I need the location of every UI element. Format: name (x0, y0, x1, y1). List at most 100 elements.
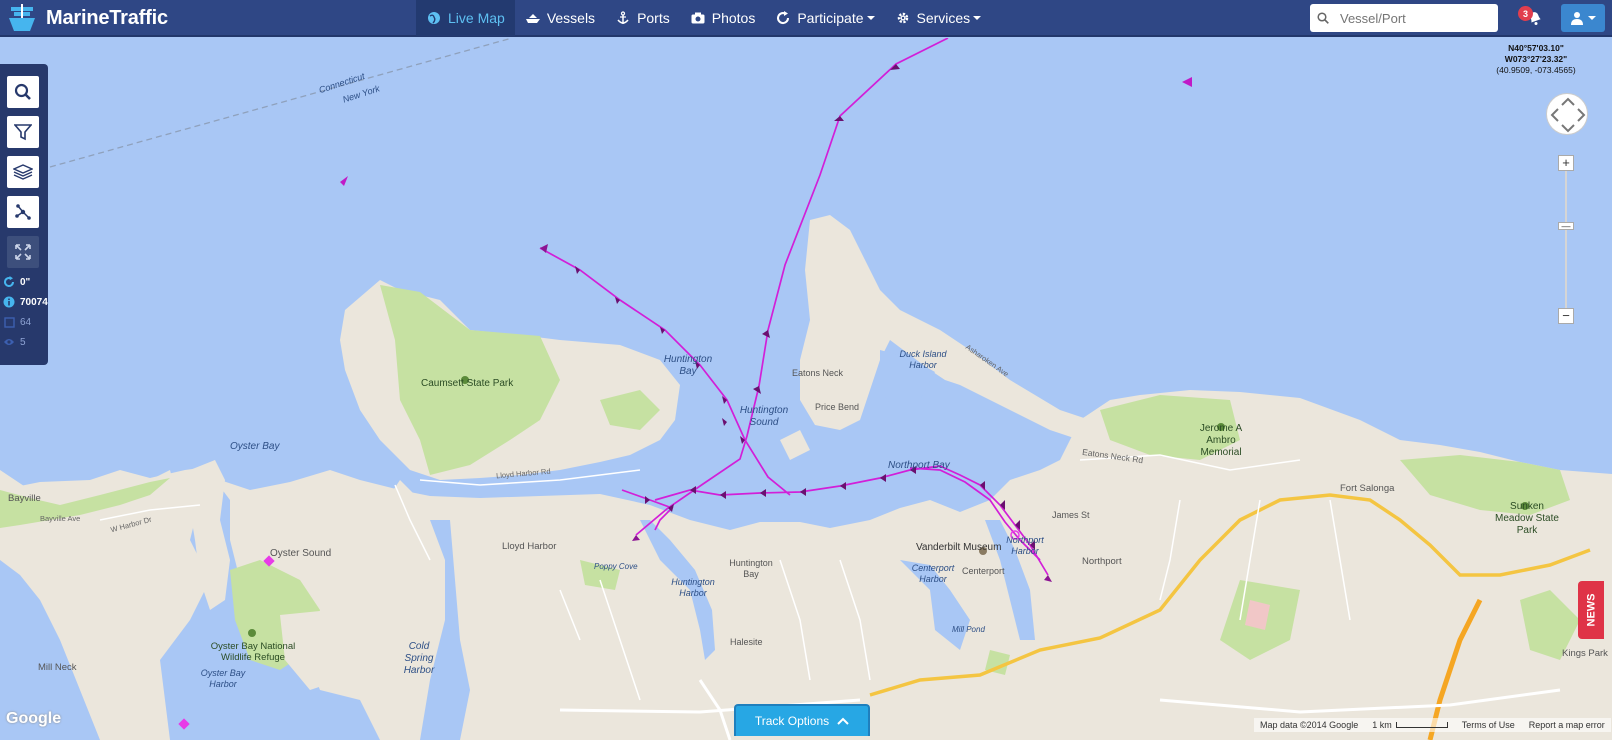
map-label-huntington-bay: Huntington Bay (663, 354, 713, 377)
map-label-huntington-sound: Huntington Sound (739, 405, 789, 428)
vessel-count-stat: 70074 (3, 296, 48, 308)
map-label-mill-neck: Mill Neck (38, 662, 77, 673)
pan-control[interactable] (1546, 93, 1588, 135)
google-logo: Google (6, 710, 62, 727)
map-label-northport-harbor: Northport Harbor (1006, 535, 1044, 556)
map-label-price-bend: Price Bend (815, 402, 860, 412)
network-icon (15, 204, 31, 220)
user-icon (1571, 12, 1583, 25)
nav-live-map-label: Live Map (448, 10, 505, 26)
search-input[interactable] (1336, 10, 1486, 26)
map-label-centerport-harbor: Centerport Harbor (911, 563, 955, 584)
nav-vessels[interactable]: Vessels (515, 0, 605, 36)
terms-link[interactable]: Terms of Use (1462, 720, 1515, 730)
fullscreen-icon (15, 244, 31, 260)
zoom-out-button[interactable]: − (1558, 308, 1574, 324)
vessel-port-search[interactable] (1310, 4, 1498, 32)
eye-icon (3, 336, 15, 348)
nav-photos-label: Photos (711, 10, 756, 26)
map-label-james-st: James St (1052, 510, 1090, 520)
map-canvas[interactable] (0, 38, 1612, 740)
nav-live-map[interactable]: Live Map (416, 0, 515, 36)
map-search-button[interactable] (7, 76, 39, 108)
ship-icon (525, 10, 541, 26)
zoom-slider-track[interactable] (1565, 163, 1567, 315)
watch-count-stat: 5 (3, 336, 26, 348)
zoom-slider-handle[interactable]: — (1558, 222, 1574, 231)
refresh-stat[interactable]: 0" (3, 276, 30, 288)
refresh-stat-value: 0" (20, 276, 31, 288)
brand-name: MarineTraffic (46, 7, 168, 29)
ship-logo-icon (9, 3, 35, 31)
nav-services[interactable]: Services (885, 0, 992, 36)
search-icon (14, 83, 31, 100)
layers-icon (13, 164, 33, 180)
nav-participate[interactable]: Participate (765, 0, 884, 36)
filter-icon (14, 124, 32, 141)
watch-count-value: 5 (20, 336, 26, 348)
map-label-eatons-neck: Eatons Neck (792, 368, 844, 378)
map-label-bayville-ave: Bayville Ave (40, 514, 81, 523)
map-label-bayville: Bayville (8, 493, 41, 504)
layers-button[interactable] (7, 156, 39, 188)
measure-button[interactable] (7, 196, 39, 228)
map-label-lloyd-harbor: Lloyd Harbor (502, 541, 557, 552)
square-icon (3, 316, 15, 328)
map-label-huntington-bay-town: Huntington Bay (729, 558, 773, 579)
nav-services-label: Services (916, 10, 971, 26)
report-error-link[interactable]: Report a map error (1529, 720, 1605, 730)
map-label-halesite: Halesite (730, 637, 763, 647)
map-label-fort-salonga: Fort Salonga (1340, 483, 1395, 494)
map-label-jerome-ambro: Jerome A Ambro Memorial (1199, 423, 1243, 458)
news-tab[interactable]: NEWS (1578, 581, 1604, 639)
chevron-down-icon (973, 16, 982, 20)
map-label-oyster-sound: Oyster Sound (270, 548, 332, 559)
map-label-oyster-bay: Oyster Bay (230, 441, 280, 452)
chevron-down-icon (866, 16, 875, 20)
gear-icon (895, 10, 911, 26)
track-options-button[interactable]: Track Options (734, 704, 870, 736)
live-map[interactable]: Connecticut New York Huntington Bay Hunt… (0, 38, 1612, 740)
map-label-vanderbilt: Vanderbilt Museum (916, 542, 1002, 553)
map-label-centerport: Centerport (962, 566, 1005, 576)
map-label-cold-spring-harbor: Cold Spring Harbor (403, 641, 435, 676)
map-label-northport: Northport (1082, 556, 1122, 567)
news-label: NEWS (1585, 593, 1597, 627)
filter-button[interactable] (7, 116, 39, 148)
coord-decimal: (40.9509, -073.4565) (1496, 65, 1576, 75)
map-data-credit: Map data ©2014 Google (1260, 720, 1359, 730)
nav-ports-label: Ports (637, 10, 670, 26)
coord-lat: N40°57'03.10" (1508, 43, 1564, 53)
map-label-oyster-bay-harbor: Oyster Bay Harbor (200, 668, 246, 689)
nav-participate-label: Participate (797, 10, 864, 26)
camera-icon (690, 10, 706, 26)
map-label-caumsett: Caumsett State Park (421, 378, 514, 389)
map-label-sunken-meadow: Sunken Meadow State Park (1495, 501, 1559, 536)
map-label-duck-island: Duck Island Harbor (899, 349, 947, 370)
area-count-stat: 64 (3, 316, 31, 328)
map-label-poppy-cove: Poppy Cove (594, 562, 638, 571)
anchor-icon (615, 10, 631, 26)
chevron-up-icon (837, 714, 849, 728)
map-label-oyster-bay-refuge: Oyster Bay National Wildlife Refuge (210, 641, 296, 663)
notification-badge: 3 (1518, 6, 1533, 21)
vessel-count-value: 70074 (20, 296, 48, 308)
refresh-icon (3, 276, 15, 288)
nav-photos[interactable]: Photos (680, 0, 766, 36)
track-options-label: Track Options (754, 714, 830, 728)
refresh-icon (775, 10, 791, 26)
main-nav: Live Map Vessels Ports Photos Participat… (416, 0, 991, 36)
map-label-kings-park: Kings Park (1562, 648, 1608, 659)
map-tools-panel: 0" 70074 64 5 (0, 64, 48, 365)
fullscreen-button[interactable] (7, 236, 39, 268)
map-label-mill-pond: Mill Pond (952, 625, 985, 634)
zoom-in-button[interactable]: + (1558, 155, 1574, 171)
chevron-down-icon (1588, 16, 1596, 20)
area-count-value: 64 (20, 316, 32, 328)
user-menu-button[interactable] (1561, 4, 1605, 32)
nav-ports[interactable]: Ports (605, 0, 680, 36)
coord-lon: W073°27'23.32" (1504, 54, 1568, 64)
pan-arrows-icon (1550, 97, 1586, 133)
map-label-huntington-harbor: Huntington Harbor (671, 577, 715, 598)
marinetraffic-logo[interactable]: MarineTraffic (6, 2, 168, 35)
